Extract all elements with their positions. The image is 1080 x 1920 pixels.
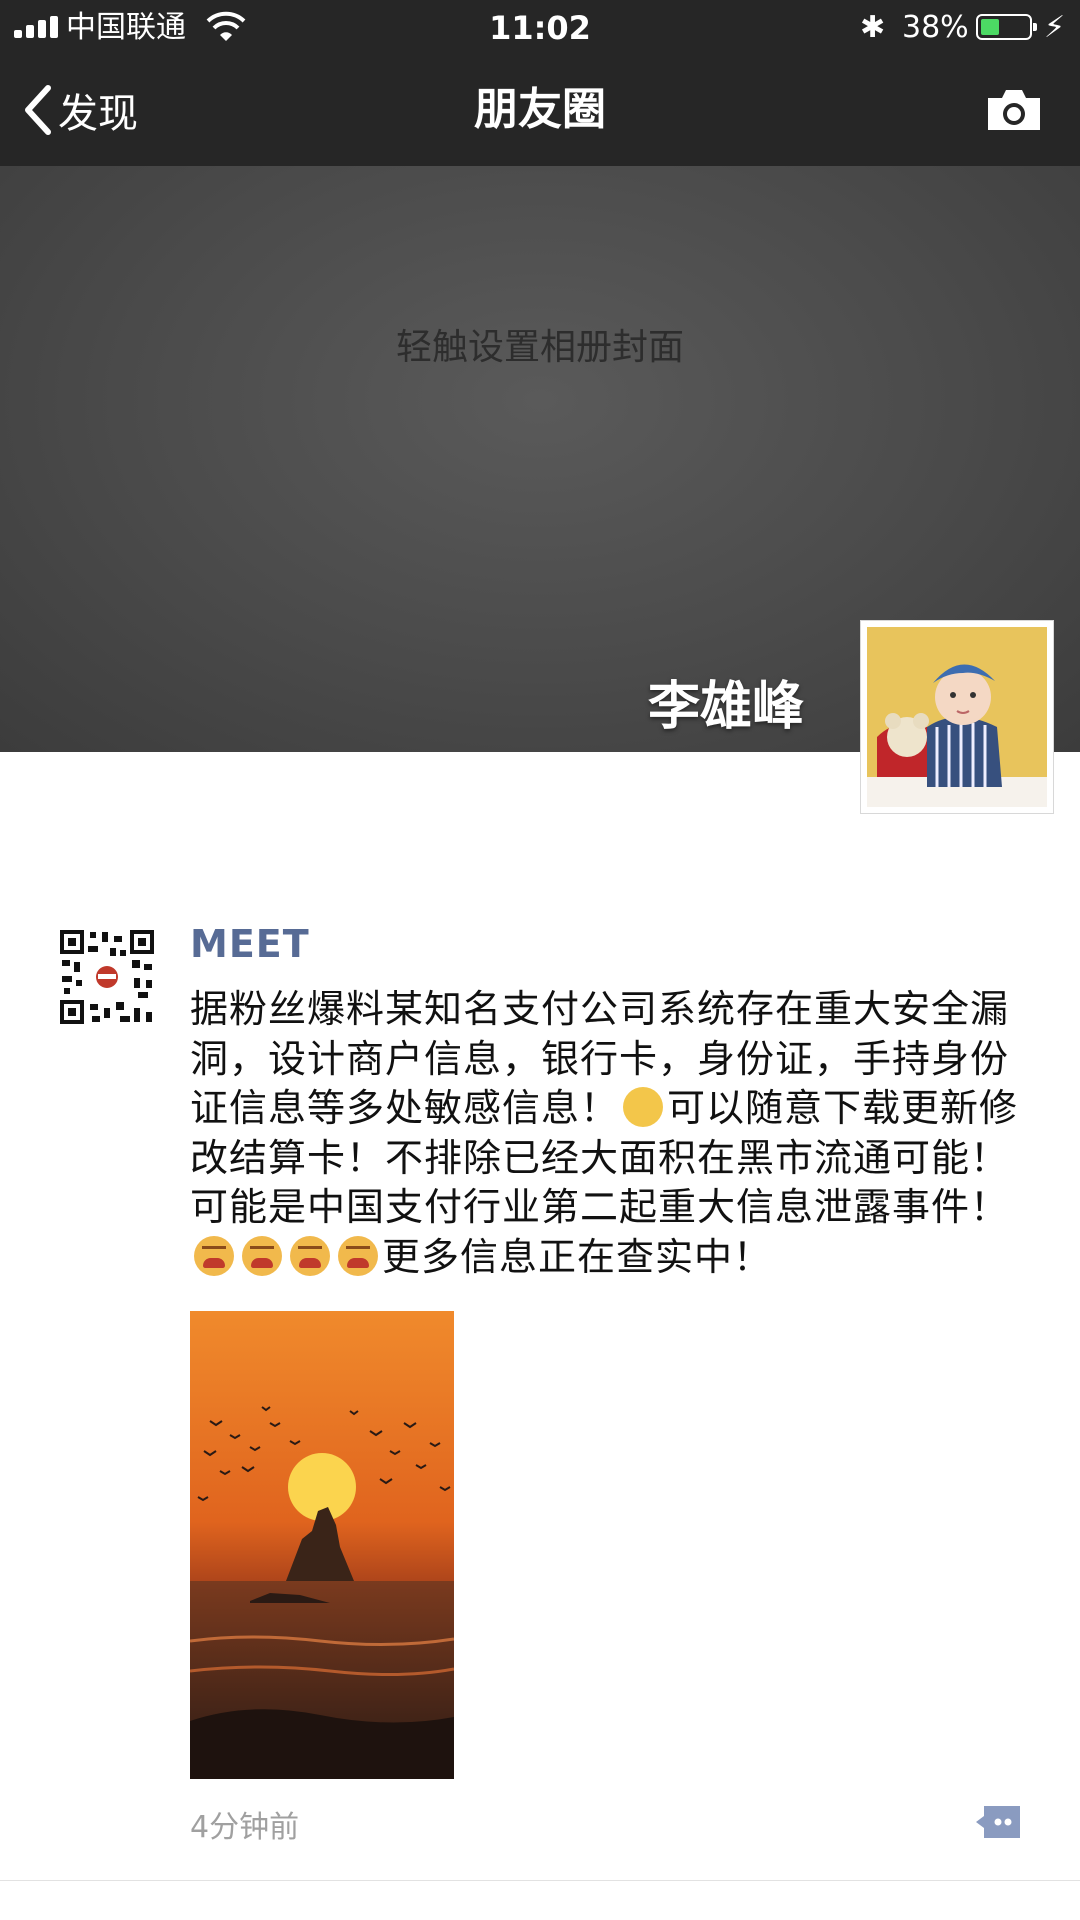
angry-emoji-icon	[194, 1235, 234, 1276]
divider	[0, 1880, 1080, 1881]
user-name: 李雄峰	[647, 677, 804, 737]
angry-emoji-icon	[290, 1235, 330, 1276]
battery-percent: 38%	[902, 10, 969, 45]
angry-emoji-icon	[338, 1235, 378, 1276]
qr-code-avatar[interactable]	[58, 928, 156, 1026]
profile-avatar[interactable]	[860, 620, 1054, 814]
nav-bar: 发现 朋友圈	[0, 56, 1080, 166]
bluetooth-icon: ✱	[860, 10, 886, 45]
post-image[interactable]	[190, 1311, 454, 1779]
top-bar: 中国联通 11:02 ✱ 38% ⚡ 发现 朋友圈	[0, 0, 1080, 166]
qr-code-icon	[58, 928, 156, 1026]
page-title: 朋友圈	[474, 84, 606, 135]
comment-icon[interactable]	[974, 1804, 1024, 1840]
sunset-photo	[190, 1311, 454, 1779]
camera-icon[interactable]	[984, 86, 1044, 134]
post-author[interactable]: MEET	[190, 922, 310, 966]
charging-icon: ⚡	[1044, 10, 1066, 45]
dizzy-emoji-icon	[623, 1087, 664, 1127]
post-text: 据粉丝爆料某知名支付公司系统存在重大安全漏洞，设计商户信息，银行卡，身份证，手持…	[190, 985, 1030, 1282]
post-time: 4分钟前	[190, 1810, 300, 1845]
cover-hint: 轻触设置相册封面	[395, 327, 684, 368]
post-text-part3: 更多信息正在查实中！	[382, 1234, 773, 1279]
angry-emoji-icon	[242, 1235, 282, 1276]
status-bar: 中国联通 11:02 ✱ 38% ⚡	[0, 0, 1080, 56]
baby-photo	[867, 627, 1047, 807]
battery-icon	[976, 14, 1037, 40]
